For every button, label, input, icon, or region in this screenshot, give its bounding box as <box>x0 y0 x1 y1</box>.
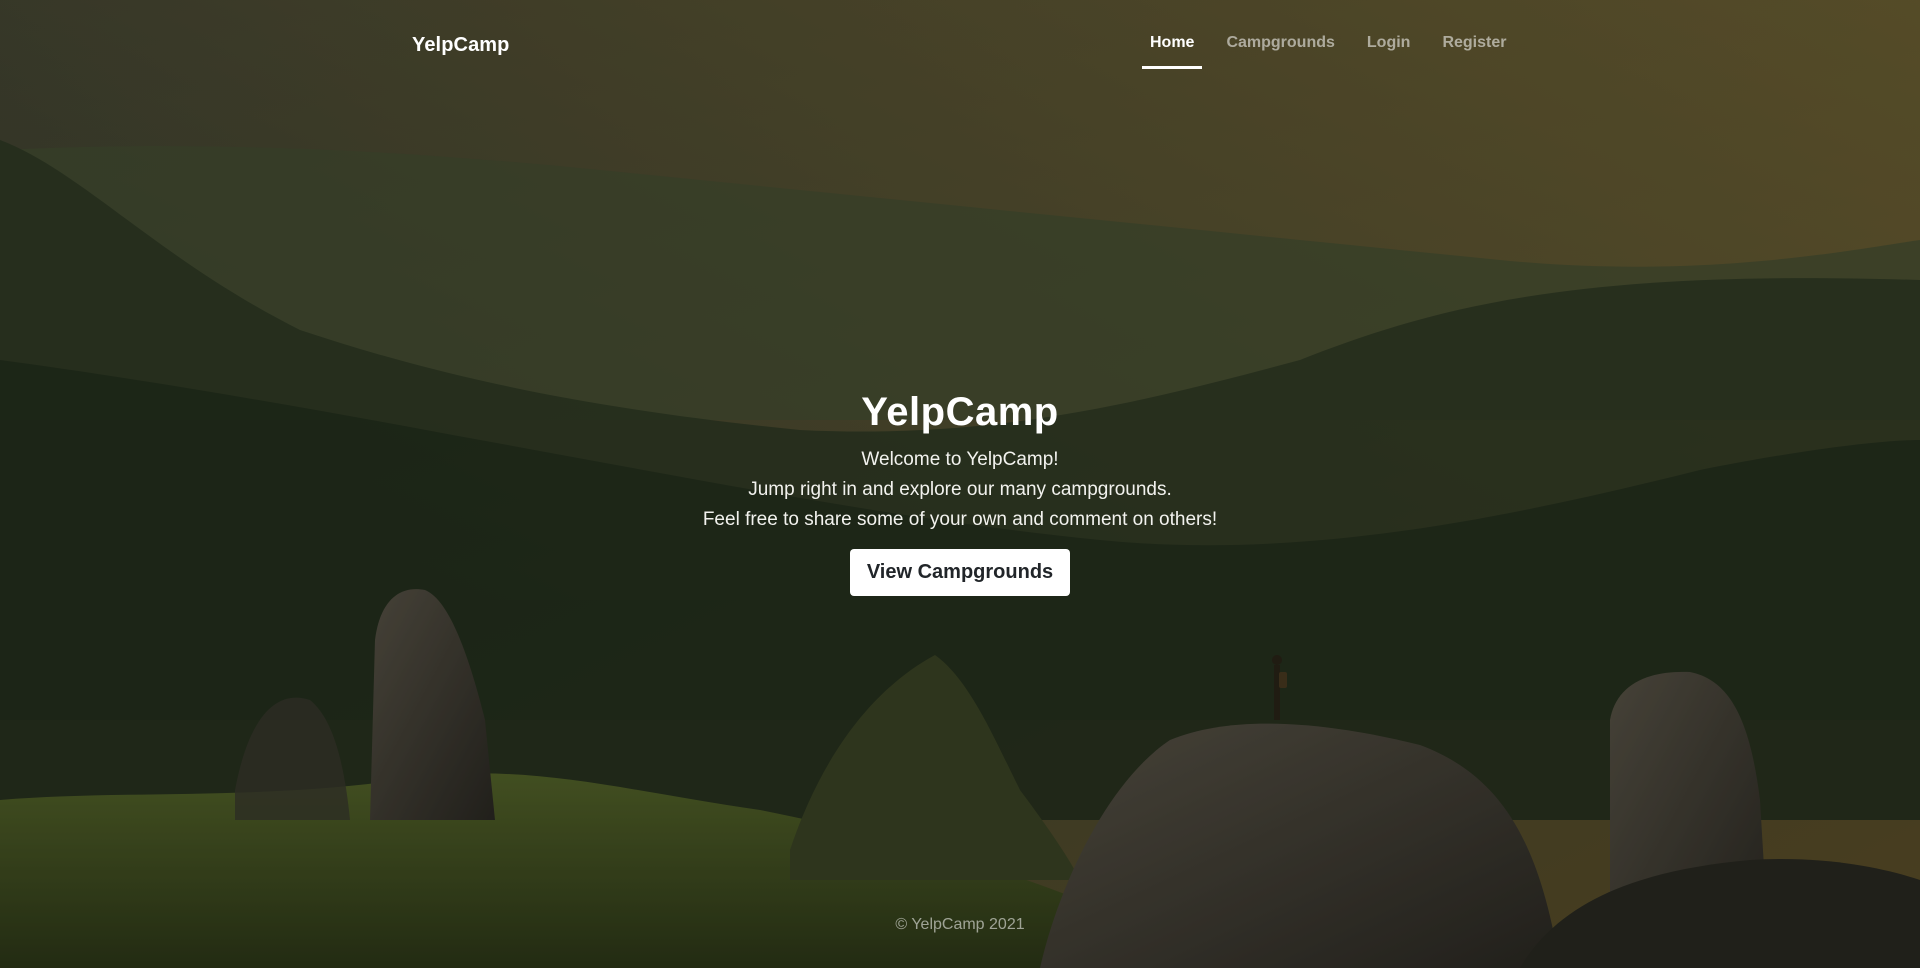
nav-link-campgrounds[interactable]: Campgrounds <box>1218 34 1342 69</box>
nav-link-home[interactable]: Home <box>1142 34 1203 69</box>
hero-title: YelpCamp <box>861 390 1059 434</box>
hero-share-text: Feel free to share some of your own and … <box>702 509 1218 530</box>
nav-link-login[interactable]: Login <box>1359 34 1419 69</box>
top-navbar: YelpCamp Home Campgrounds Login Register <box>0 0 1920 90</box>
copyright-text: © YelpCamp 2021 <box>895 916 1025 933</box>
landing-page: YelpCamp Home Campgrounds Login Register… <box>0 0 1920 968</box>
nav-links: Home Campgrounds Login Register <box>1142 34 1530 69</box>
hero-explore-text: Jump right in and explore our many campg… <box>748 479 1172 500</box>
page-footer: © YelpCamp 2021 <box>0 916 1920 934</box>
hero-welcome-text: Welcome to YelpCamp! <box>861 449 1059 470</box>
brand-logo-link[interactable]: YelpCamp <box>412 34 510 57</box>
view-campgrounds-button[interactable]: View Campgrounds <box>849 549 1071 596</box>
nav-link-register[interactable]: Register <box>1434 34 1514 69</box>
hero-section: YelpCamp Welcome to YelpCamp! Jump right… <box>0 390 1920 596</box>
